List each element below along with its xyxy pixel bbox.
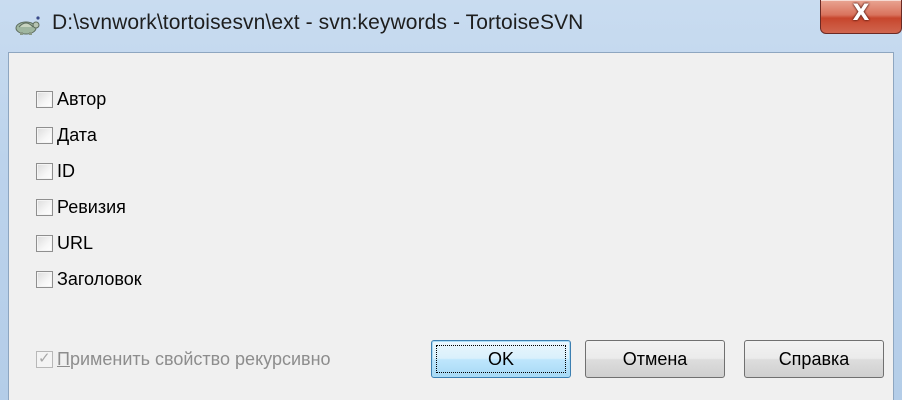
checkbox[interactable] bbox=[36, 90, 53, 108]
dialog-window: D:\svnwork\tortoisesvn\ext - svn:keyword… bbox=[0, 0, 902, 400]
keyword-option-revision[interactable]: Ревизия bbox=[36, 195, 126, 219]
checkbox-label: Ревизия bbox=[57, 196, 126, 217]
keyword-option-url[interactable]: URL bbox=[36, 231, 93, 255]
checkbox-label: Автор bbox=[57, 88, 107, 109]
apply-recursively-option: Применить свойство рекурсивно bbox=[36, 347, 331, 371]
keyword-option-id[interactable]: ID bbox=[36, 159, 75, 183]
checkbox-label: ID bbox=[57, 160, 75, 181]
title-bar[interactable]: D:\svnwork\tortoisesvn\ext - svn:keyword… bbox=[0, 0, 902, 52]
window-title: D:\svnwork\tortoisesvn\ext - svn:keyword… bbox=[52, 11, 584, 34]
checkbox[interactable] bbox=[36, 126, 53, 144]
keyword-option-author[interactable]: Автор bbox=[36, 87, 106, 111]
checkbox[interactable] bbox=[36, 270, 53, 288]
ok-button[interactable]: OK bbox=[431, 340, 571, 378]
recursive-label: Применить свойство рекурсивно bbox=[57, 349, 331, 370]
checkbox-label: Заголовок bbox=[57, 268, 142, 289]
close-icon: X bbox=[852, 1, 870, 26]
dialog-content: Автор Дата ID Ревизия URL Заголовок Прим… bbox=[8, 52, 894, 400]
checkbox-label: Дата bbox=[57, 124, 97, 145]
checkbox[interactable] bbox=[36, 162, 53, 180]
ok-button-label: OK bbox=[487, 349, 514, 369]
close-button[interactable]: X bbox=[820, 0, 902, 34]
checkbox[interactable] bbox=[36, 198, 53, 216]
help-button-label: Справка bbox=[778, 349, 850, 369]
cancel-button[interactable]: Отмена bbox=[585, 340, 725, 378]
recursive-label-text: рименить свойство рекурсивно bbox=[69, 348, 331, 369]
checkbox[interactable] bbox=[36, 234, 53, 252]
cancel-button-label: Отмена bbox=[622, 349, 688, 369]
keyword-option-header[interactable]: Заголовок bbox=[36, 267, 142, 291]
recursive-label-accesskey: П bbox=[57, 348, 70, 369]
checkbox-label: URL bbox=[57, 232, 94, 253]
help-button[interactable]: Справка bbox=[744, 340, 884, 378]
tortoise-icon bbox=[14, 14, 42, 38]
recursive-checkbox bbox=[36, 349, 53, 368]
keyword-option-date[interactable]: Дата bbox=[36, 123, 97, 147]
